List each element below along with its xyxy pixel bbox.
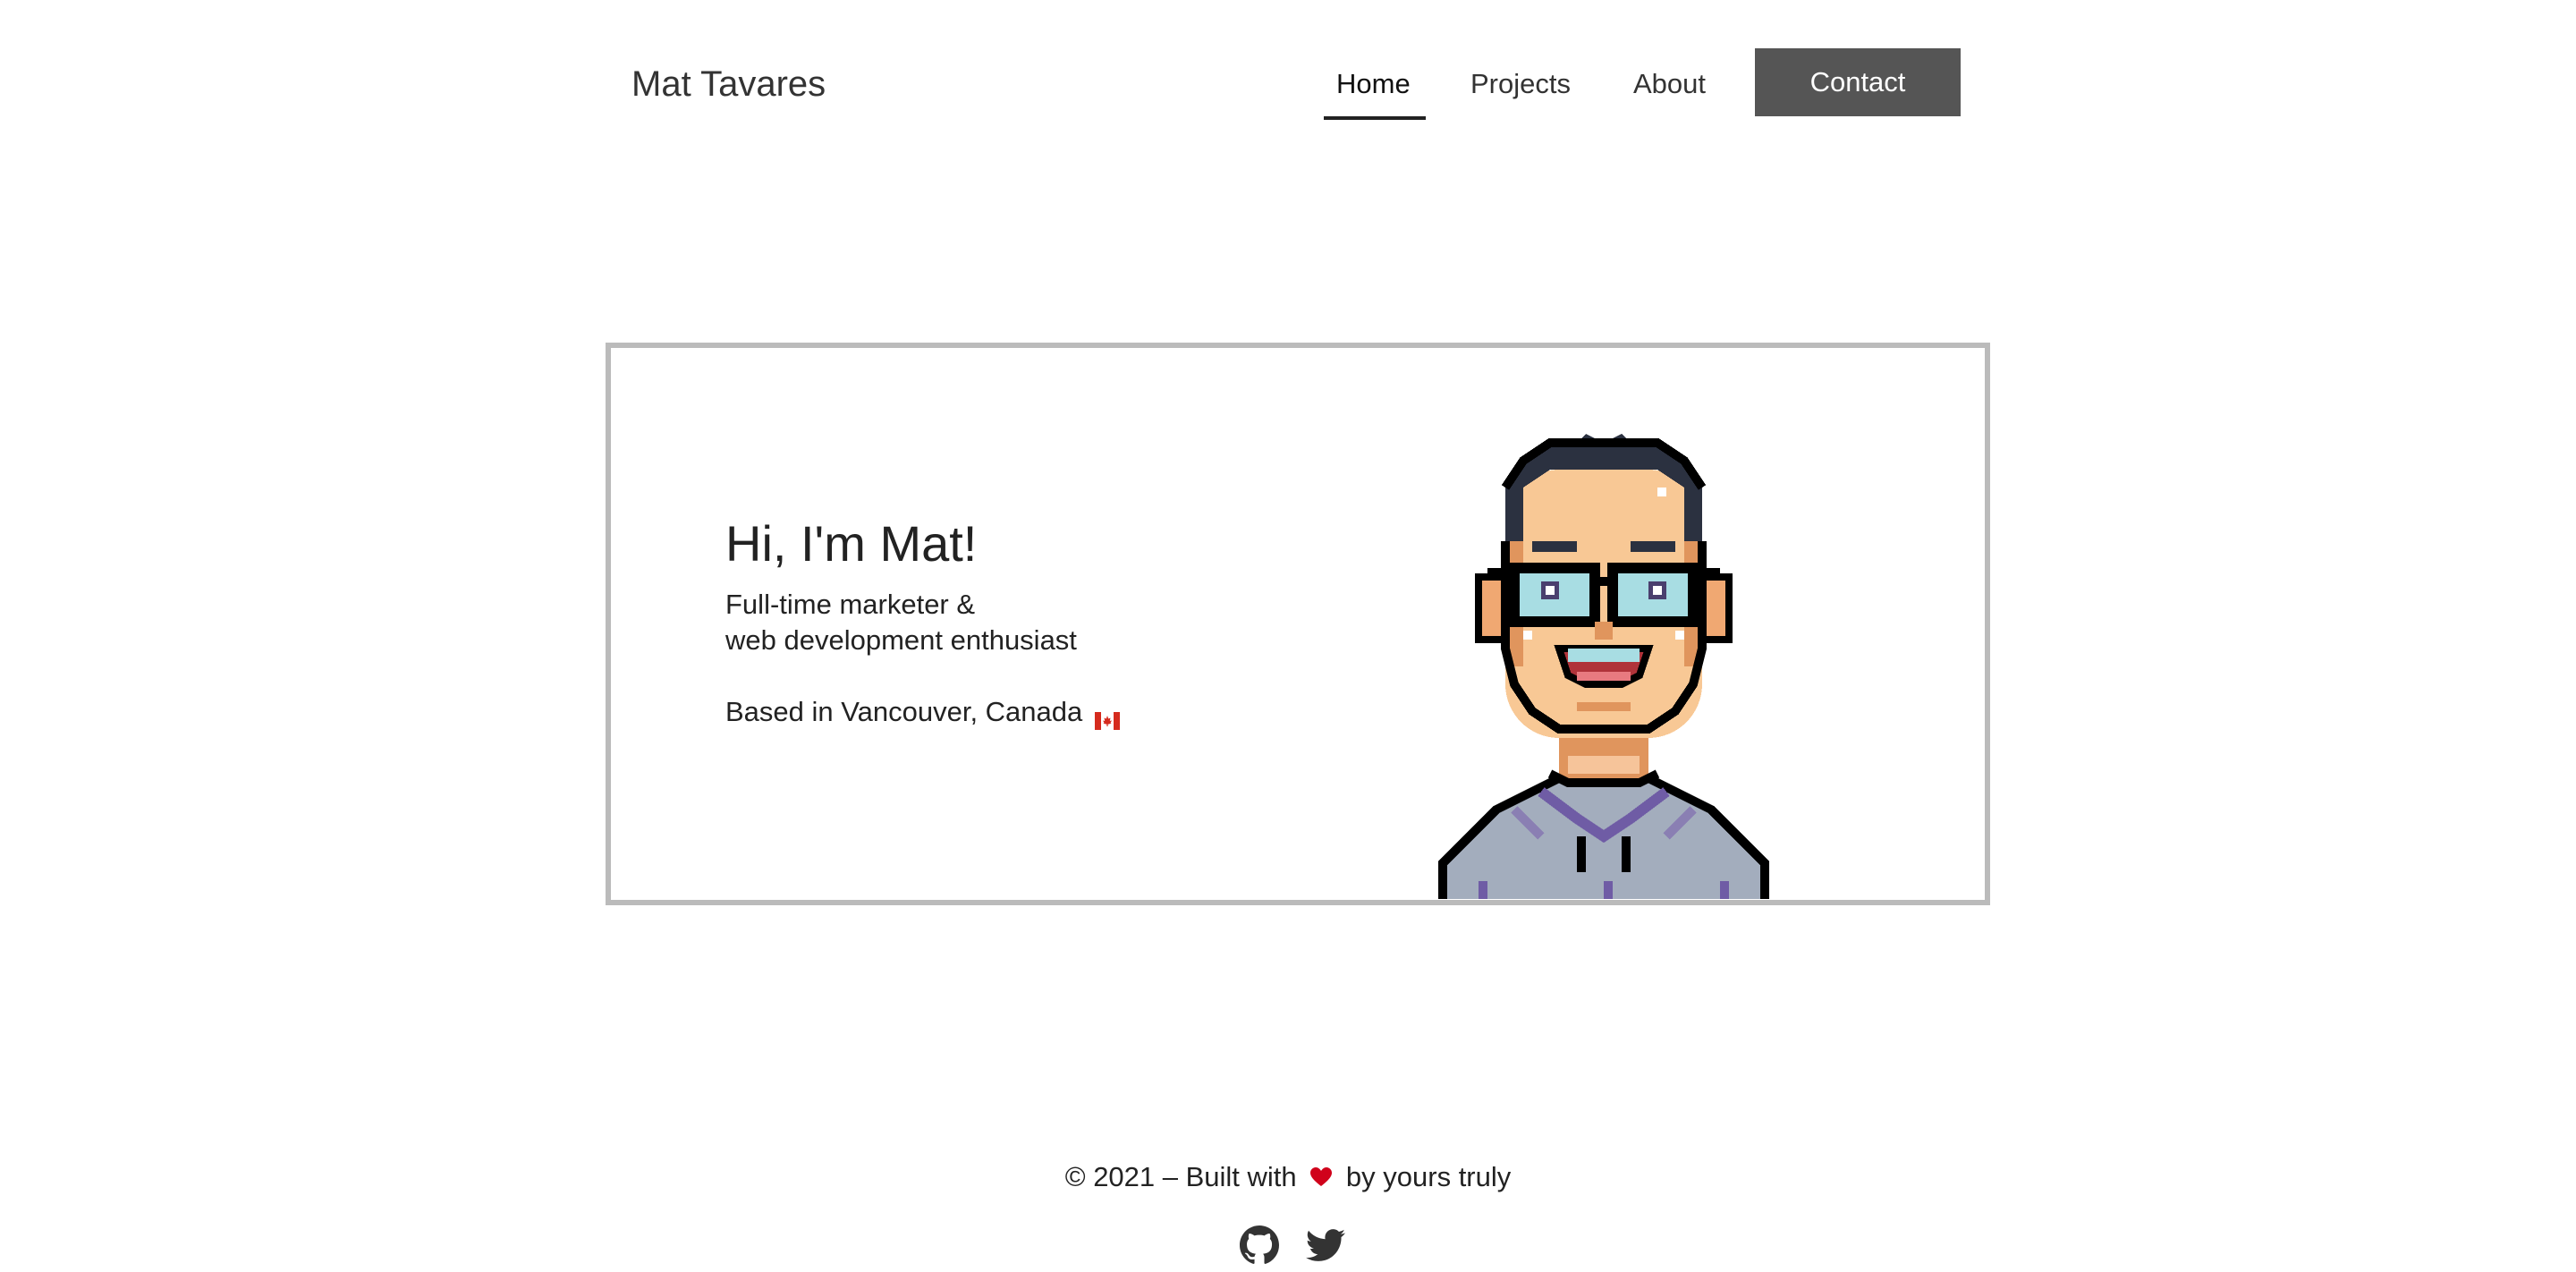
page: Mat Tavares Home Projects About Contact …	[0, 0, 2576, 1272]
hero-tagline-line-2: web development enthusiast	[725, 624, 1077, 656]
heart-icon	[1309, 1161, 1333, 1186]
footer-copyright: © 2021 – Built with by yours truly	[0, 1159, 2576, 1195]
github-icon[interactable]	[1240, 1225, 1279, 1265]
hero-title: Hi, I'm Mat!	[725, 515, 978, 572]
footer-copyright-prefix: © 2021 – Built with	[1064, 1161, 1297, 1192]
active-nav-indicator	[1324, 116, 1426, 120]
nav-projects-link[interactable]: Projects	[1470, 48, 1571, 120]
hero-text: Hi, I'm Mat! Full-time marketer & web de…	[725, 513, 1405, 730]
site-brand[interactable]: Mat Tavares	[631, 61, 826, 107]
canada-flag-icon	[1095, 703, 1121, 730]
hero-tagline: Full-time marketer & web development ent…	[725, 587, 1405, 658]
hero-tagline-line-1: Full-time marketer &	[725, 589, 976, 620]
hero-location: Based in Vancouver, Canada	[725, 694, 1405, 730]
nav-about-link[interactable]: About	[1633, 48, 1706, 120]
hero-card: Hi, I'm Mat! Full-time marketer & web de…	[606, 343, 1990, 905]
pixel-art-avatar	[1438, 434, 1769, 899]
hero-location-text: Based in Vancouver, Canada	[725, 696, 1083, 727]
twitter-icon[interactable]	[1306, 1225, 1345, 1265]
site-header: Mat Tavares Home Projects About Contact	[0, 0, 2576, 170]
contact-button[interactable]: Contact	[1755, 48, 1961, 116]
footer-copyright-suffix: by yours truly	[1345, 1161, 1512, 1192]
nav-home-link[interactable]: Home	[1336, 48, 1411, 120]
social-links	[1240, 1225, 1347, 1265]
